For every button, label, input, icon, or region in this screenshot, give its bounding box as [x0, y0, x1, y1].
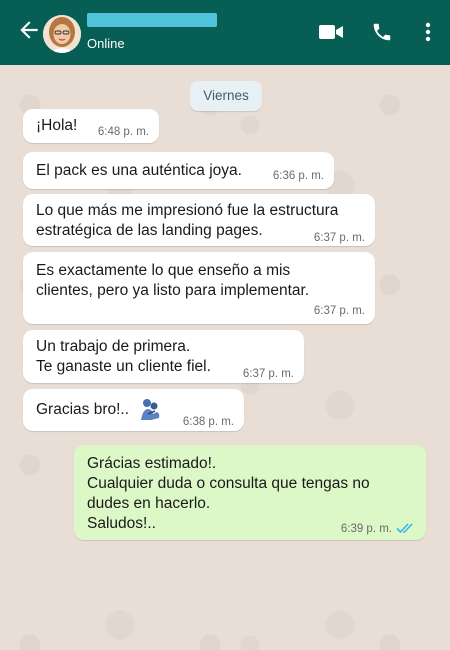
arrow-left-icon: [20, 21, 38, 39]
avatar-photo-icon: [43, 15, 81, 53]
message-time: 6:38 p. m.: [182, 416, 234, 428]
message-time: 6:36 p. m.: [272, 170, 324, 182]
contact-status: Online: [87, 36, 125, 51]
message-bubble-incoming[interactable]: ¡Hola! 6:48 p. m.: [23, 109, 159, 143]
message-bubble-incoming[interactable]: Gracias bro!.. 6:38 p. m.: [23, 389, 244, 431]
voice-call-button[interactable]: [366, 16, 398, 48]
more-options-button[interactable]: [418, 16, 438, 48]
double-check-read-icon: [396, 523, 413, 534]
message-bubble-outgoing[interactable]: Grácias estimado!. Cualquier duda o cons…: [74, 445, 426, 540]
message-time: 6:37 p. m.: [313, 305, 365, 317]
message-text: Un trabajo de primera. Te ganaste un cli…: [36, 338, 211, 375]
message-text: ¡Hola!: [36, 117, 78, 134]
video-camera-icon: [319, 25, 343, 39]
contact-name-redacted[interactable]: [87, 13, 217, 27]
message-time: 6:39 p. m.: [340, 523, 392, 535]
message-text: Gracias bro!..: [36, 401, 130, 418]
phone-icon: [373, 23, 391, 41]
vertical-dots-icon: [425, 22, 431, 42]
contact-avatar[interactable]: [43, 15, 81, 53]
message-bubble-incoming[interactable]: Lo que más me impresionó fue la estructu…: [23, 194, 375, 246]
handshake-sticker-icon: [141, 399, 160, 420]
message-bubble-incoming[interactable]: Un trabajo de primera. Te ganaste un cli…: [23, 330, 304, 383]
message-time: 6:48 p. m.: [97, 126, 149, 138]
message-bubble-incoming[interactable]: El pack es una auténtica joya. 6:36 p. m…: [23, 152, 334, 189]
chat-header: Online: [0, 0, 450, 65]
message-text: Lo que más me impresionó fue la estructu…: [36, 202, 339, 239]
message-text: Es exactamente lo que enseño a mis clien…: [36, 262, 310, 299]
message-time: 6:37 p. m.: [242, 368, 294, 380]
message-bubble-incoming[interactable]: Es exactamente lo que enseño a mis clien…: [23, 252, 375, 324]
video-call-button[interactable]: [315, 16, 347, 48]
message-text: Grácias estimado!. Cualquier duda o cons…: [87, 455, 370, 532]
message-text: El pack es una auténtica joya.: [36, 162, 242, 179]
date-separator: Viernes: [190, 81, 262, 111]
back-button[interactable]: [16, 17, 46, 47]
message-time: 6:37 p. m.: [313, 232, 365, 244]
